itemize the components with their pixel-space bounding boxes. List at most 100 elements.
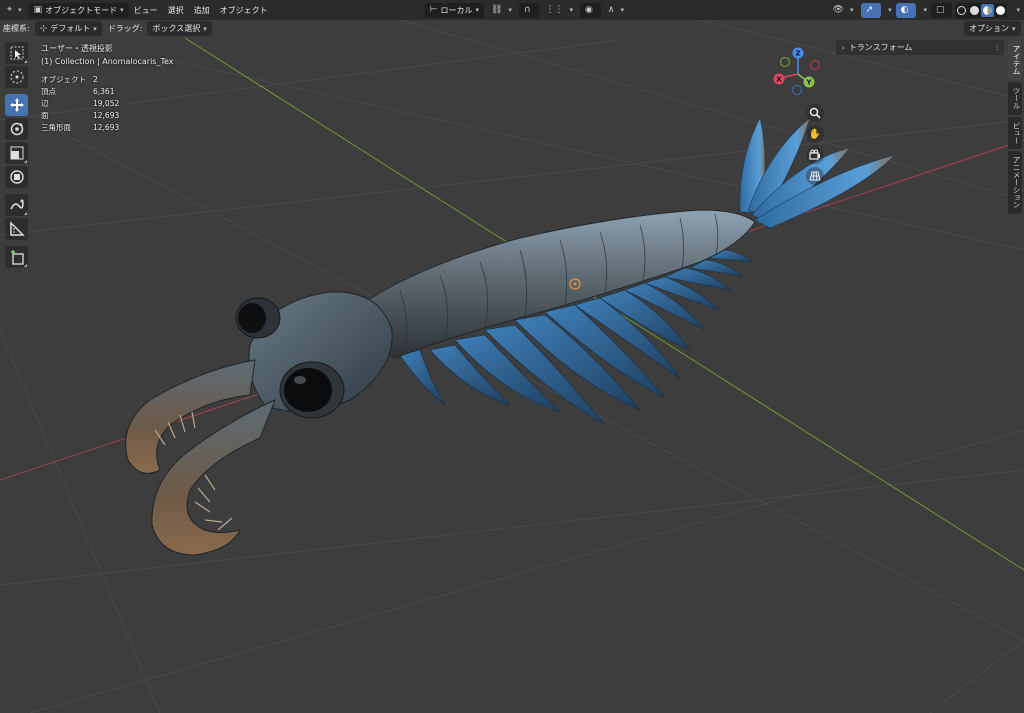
rendered-shading-button[interactable] (994, 4, 1007, 17)
more-tools-marker (24, 264, 27, 267)
transform-icon (9, 170, 24, 184)
tab-tool[interactable]: ツール (1008, 82, 1022, 115)
more-tools-marker (24, 212, 27, 215)
overlay-dropdown[interactable]: ▾ (918, 3, 929, 18)
gizmo-dropdown[interactable]: ▾ (883, 3, 894, 18)
tool-shelf (3, 42, 30, 270)
solid-shading-icon (970, 5, 980, 15)
viewport-info: ユーザー・透視投影 (1) Collection | Anomalocaris_… (41, 43, 174, 68)
select-box-tool[interactable] (5, 42, 28, 64)
snap-target-button[interactable]: ⋮⋮ ▾ (541, 3, 579, 18)
cursor-icon (10, 70, 23, 84)
object-mode-icon: ▣ (33, 5, 43, 15)
z-axis-label: Z (795, 50, 800, 58)
visibility-button[interactable]: 👁 ▾ (828, 3, 859, 18)
stat-label: 三角形面 (41, 123, 71, 132)
overlay-toggle[interactable]: ◐ (895, 2, 917, 18)
menu-add[interactable]: 追加 (189, 3, 215, 18)
snap-icon: ∩ (523, 5, 531, 15)
stat-label: 面 (41, 111, 49, 120)
mode-select[interactable]: ▣ オブジェクトモード ▾ (28, 2, 129, 18)
scale-tool[interactable] (5, 142, 28, 164)
gizmo-toggle[interactable]: ↗ (860, 2, 882, 18)
annotate-icon (9, 199, 24, 210)
3d-viewport[interactable]: ⌖ ▾ ▣ オブジェクトモード ▾ ビュー 選択 追加 オブジェクト ⊢ ローカル… (0, 0, 1024, 713)
zoom-button[interactable] (806, 104, 824, 122)
chevron-down-icon: ▾ (620, 6, 625, 14)
camera-view-button[interactable] (806, 146, 824, 164)
measure-tool[interactable] (5, 218, 28, 240)
neg-y-handle[interactable] (779, 56, 791, 68)
shading-dropdown[interactable]: ▾ (1009, 3, 1024, 18)
menu-select[interactable]: 選択 (163, 3, 189, 18)
sidebar-tabs: アイテム ツール ビュー アニメーション (1008, 40, 1022, 216)
neg-z-handle[interactable] (791, 84, 803, 96)
drag-handle-icon[interactable]: ⁞⁞ (996, 44, 1000, 52)
cursor-tool[interactable] (5, 66, 28, 88)
stat-value: 2 (93, 75, 98, 84)
chevron-down-icon: ▾ (1016, 6, 1020, 14)
orientation-label: ローカル (440, 5, 473, 15)
viewport-header: ⌖ ▾ ▣ オブジェクトモード ▾ ビュー 選択 追加 オブジェクト ⊢ ローカル… (0, 0, 1024, 20)
xray-icon: ▢ (935, 5, 945, 15)
pivot-point-button[interactable]: ⛓ ▾ (486, 3, 517, 18)
annotate-tool[interactable] (5, 194, 28, 216)
pan-button[interactable]: ✋ (806, 125, 824, 143)
drag-setting-value: ボックス選択 (152, 24, 201, 33)
stat-label: 辺 (41, 99, 49, 108)
editor-type-icon: ⌖ (7, 5, 13, 15)
view-name: ユーザー・透視投影 (41, 44, 113, 53)
tab-animation[interactable]: アニメーション (1008, 151, 1022, 214)
rotate-icon (10, 122, 23, 136)
chevron-down-icon: ▾ (120, 6, 124, 14)
neg-x-handle[interactable] (809, 59, 821, 71)
stat-row: 辺 19,052 (41, 98, 119, 110)
add-cube-tool[interactable] (5, 246, 28, 268)
proportional-edit-toggle[interactable]: ◉ (580, 2, 601, 18)
menu-object[interactable]: オブジェクト (215, 3, 273, 18)
rotate-tool[interactable] (5, 118, 28, 140)
scene-statistics: オブジェクト 2 頂点 6,361 辺 19,052 面 12,693 三角形面 12,6… (41, 74, 119, 134)
transform-tool[interactable] (5, 166, 28, 188)
chevron-down-icon: ▾ (850, 6, 854, 14)
proportional-edit-icon: ◉ (585, 5, 593, 15)
chevron-down-icon: ▾ (93, 24, 97, 33)
viewport-scene (0, 19, 1024, 713)
rendered-icon (996, 5, 1006, 15)
stat-row: 頂点 6,361 (41, 86, 119, 98)
drag-setting-select[interactable]: ボックス選択 ▾ (147, 21, 212, 36)
options-button[interactable]: オプション ▾ (964, 21, 1021, 36)
more-tools-marker (24, 60, 27, 63)
transform-panel-header[interactable]: › トランスフォーム ⁞⁞ (836, 40, 1004, 55)
more-tools-marker (24, 160, 27, 163)
wireframe-shading-button[interactable] (955, 4, 968, 17)
tab-item[interactable]: アイテム (1008, 40, 1022, 80)
transform-orientation-select[interactable]: ⊢ ローカル ▾ (424, 2, 484, 18)
stat-value: 6,361 (93, 87, 115, 96)
zoom-icon (809, 107, 821, 119)
falloff-button[interactable]: ∧ ▾ (603, 3, 629, 18)
orientation-icon: ⊢ (429, 5, 438, 15)
anomalocaris-model (125, 117, 896, 556)
perspective-toggle-button[interactable] (806, 167, 824, 185)
move-tool[interactable] (5, 94, 28, 116)
stat-value: 12,693 (93, 123, 120, 132)
falloff-icon: ∧ (607, 5, 615, 15)
xray-toggle[interactable]: ▢ (930, 2, 953, 18)
menu-view[interactable]: ビュー (129, 3, 163, 18)
chevron-down-icon: ▾ (923, 6, 927, 14)
material-shading-button[interactable] (981, 3, 995, 17)
stat-row: オブジェクト 2 (41, 74, 119, 86)
stat-value: 19,052 (93, 99, 120, 108)
orientation-setting-select[interactable]: ⊹ デフォルト ▾ (34, 21, 102, 36)
move-icon (9, 98, 24, 112)
measure-icon (9, 221, 25, 236)
editor-type-button[interactable]: ⌖ ▾ (2, 3, 27, 18)
navigation-gizmo[interactable]: Z Y X (768, 44, 828, 100)
tab-view[interactable]: ビュー (1008, 116, 1022, 149)
orientation-setting-value: デフォルト (50, 24, 91, 33)
mode-label: オブジェクトモード (45, 5, 118, 15)
orientation-setting-label: 座標系: (3, 24, 30, 33)
solid-shading-button[interactable] (968, 4, 981, 17)
snap-toggle[interactable]: ∩ (518, 2, 539, 18)
